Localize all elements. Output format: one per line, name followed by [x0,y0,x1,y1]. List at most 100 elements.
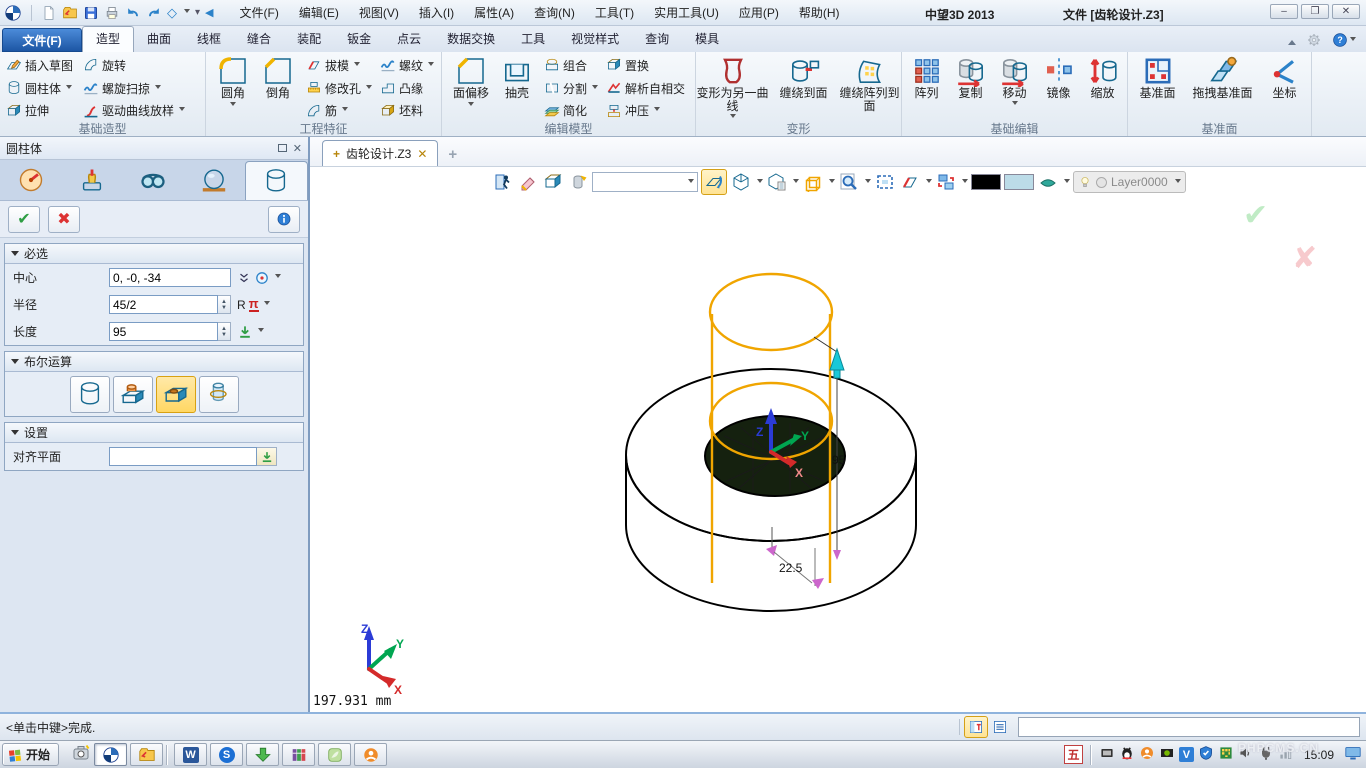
save-icon[interactable] [83,5,99,21]
ribbon-button-offset-face[interactable]: 面偏移 [446,54,496,122]
taskbar-browser-button[interactable]: S [210,743,243,766]
taskbar-foxmail-button[interactable] [354,743,387,766]
view-manager-icon[interactable]: ◇ [167,5,177,21]
taskbar-word-button[interactable]: W [174,743,207,766]
chevron-down-icon[interactable] [230,102,236,109]
tab-wireframe[interactable]: 线框 [184,26,234,52]
menu-attributes[interactable]: 属性(A) [474,4,514,21]
panel-restore-icon[interactable] [278,144,287,152]
point-pick-icon[interactable] [254,270,270,286]
undo-icon[interactable] [125,5,141,21]
ribbon-button-flange[interactable]: 凸缘 [378,77,436,100]
ribbon-button-insert-sketch[interactable]: 插入草图 [4,54,75,77]
command-input[interactable] [1018,717,1360,737]
ribbon-button-chamfer[interactable]: 倒角 [256,54,300,122]
panel-close-icon[interactable]: ✕ [293,142,302,155]
doc-tab-close-icon[interactable]: ✕ [417,147,427,161]
boolean-section-header[interactable]: 布尔运算 [5,352,303,372]
tray-qq-icon[interactable] [1119,745,1135,764]
tray-nvidia-icon[interactable] [1159,745,1175,764]
radius-input[interactable] [109,295,218,314]
taskbar-folder-button[interactable] [130,743,163,766]
tab-shape[interactable]: 造型 [82,26,134,52]
exit-command-icon[interactable] [492,171,514,193]
chevron-down-icon[interactable] [865,179,871,186]
wireframe-mode-button[interactable] [802,171,824,193]
zoom-window-button[interactable] [874,171,896,193]
taskbar-zw3d-button[interactable] [94,743,127,766]
chevron-down-icon[interactable] [468,102,474,109]
ribbon-button-rib[interactable]: 筋 [304,99,374,122]
document-tab[interactable]: + 齿轮设计.Z3 ✕ [322,140,438,166]
ribbon-button-divide[interactable]: 分割 [542,77,600,100]
tab-tools[interactable]: 工具 [508,26,558,52]
taskbar-winrar-button[interactable] [282,743,315,766]
tray-media-icon[interactable] [1099,745,1115,764]
chevron-down-icon[interactable] [926,179,932,186]
ribbon-button-combine[interactable]: 组合 [542,54,600,77]
close-button[interactable]: ✕ [1332,4,1360,19]
length-input[interactable] [109,322,218,341]
tab-sheetmetal[interactable]: 钣金 [334,26,384,52]
menu-inquire[interactable]: 查询(N) [534,4,575,21]
tab-surface[interactable]: 曲面 [134,26,184,52]
tab-sew[interactable]: 缝合 [234,26,284,52]
layer-select[interactable]: Layer0000 [1111,175,1181,189]
edge-color-swatch[interactable] [971,174,1001,190]
tray-vdisk-icon[interactable]: V [1179,747,1194,762]
ribbon-button-fillet[interactable]: 圆角 [210,54,256,122]
app-logo-icon[interactable] [4,4,22,22]
boolean-base-button[interactable] [70,376,110,413]
chevron-down-icon[interactable] [1064,179,1070,186]
tray-grid-icon[interactable] [1218,745,1234,764]
ribbon-button-csys[interactable]: 坐标 [1264,54,1306,122]
layer-bulb-icon[interactable] [1078,175,1092,189]
tray-power-icon[interactable] [1258,745,1274,764]
ribbon-button-wrap-pattern-to-face[interactable]: 缠绕阵列到面 [839,54,901,122]
align-plane-input[interactable] [109,447,257,466]
chevron-down-icon[interactable] [354,62,360,69]
menu-insert[interactable]: 插入(I) [419,4,454,21]
shade-mode-button[interactable] [730,171,752,193]
tab-visualstyle[interactable]: 视觉样式 [558,26,632,52]
chevron-down-icon[interactable] [66,85,72,92]
ribbon-button-punch[interactable]: 冲压 [604,99,687,122]
ribbon-button-stock[interactable]: 坯料 [378,99,436,122]
ribbon-button-loft[interactable]: 驱动曲线放样 [81,99,187,122]
info-button[interactable] [268,206,300,233]
chevron-down-icon[interactable] [366,85,372,92]
menu-utilities[interactable]: 实用工具(U) [654,4,719,21]
viewport-cancel-ghost-icon[interactable]: ✘ [1292,241,1317,276]
panel-tab-stamp[interactable] [61,160,122,200]
restore-button[interactable]: ❐ [1301,4,1329,19]
chevron-down-icon[interactable] [1012,101,1018,108]
chevron-down-icon[interactable] [757,179,763,186]
menu-view[interactable]: 视图(V) [359,4,399,21]
tray-foxmail-icon[interactable] [1139,745,1155,764]
ribbon-button-spiral-sweep[interactable]: 螺旋扫掠 [81,77,187,100]
viewport-3d-canvas[interactable]: 95 22.5 Z Y X Z Y X [310,196,1366,712]
settings-gear-icon[interactable] [1306,32,1322,48]
help-icon[interactable] [1332,32,1356,48]
radius-spinner[interactable]: ▲▼ [218,295,231,314]
ribbon-button-scale[interactable]: 缩放 [1083,54,1123,122]
menu-help[interactable]: 帮助(H) [799,4,840,21]
ribbon-button-mirror[interactable]: 镜像 [1039,54,1079,122]
ribbon-button-revolve[interactable]: 旋转 [81,54,187,77]
chevron-down-icon[interactable] [793,179,799,186]
chevron-down-icon[interactable] [258,328,264,335]
collapse-ribbon-icon[interactable] [1288,36,1296,45]
ribbon-button-extrude[interactable]: 拉伸 [4,99,75,122]
layer-color-circle[interactable] [1096,177,1107,188]
chevron-down-icon[interactable] [184,9,190,16]
pick-value-icon[interactable] [237,324,253,340]
chevron-down-icon[interactable] [730,114,736,121]
panel-tab-cylinder[interactable] [245,161,308,200]
swap-view-button[interactable] [935,171,957,193]
ribbon-button-simplify[interactable]: 简化 [542,99,600,122]
menu-tools[interactable]: 工具(T) [595,4,634,21]
chevron-down-icon[interactable] [962,179,968,186]
boolean-remove-button[interactable] [156,376,196,413]
taskbar-notes-button[interactable] [318,743,351,766]
tab-mold[interactable]: 模具 [682,26,732,52]
